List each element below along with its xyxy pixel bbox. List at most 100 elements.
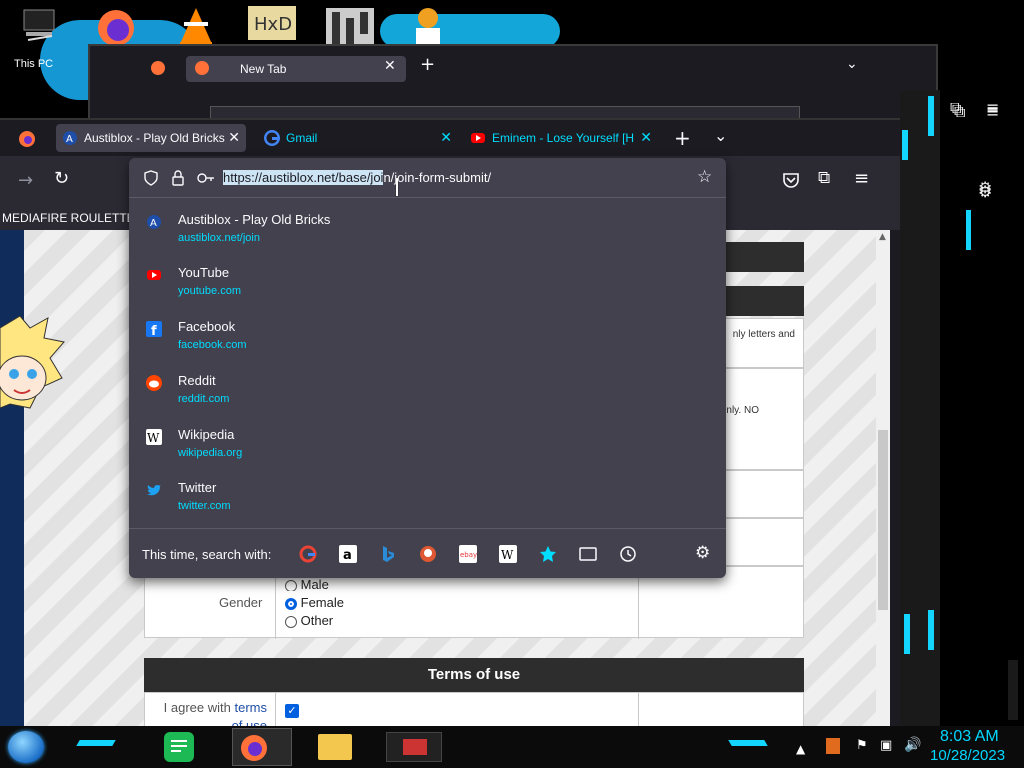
tracking-shield-icon[interactable] [143, 170, 159, 186]
bg-tab-new[interactable] [186, 56, 406, 82]
menu-icon[interactable]: ≡ [986, 98, 999, 117]
suggestion-title: Reddit [178, 373, 216, 388]
firefox-menu-icon[interactable] [18, 130, 36, 148]
bg-tab-bar: New Tab ✕ + ⌄ [90, 46, 936, 92]
firefox-icon [195, 61, 209, 75]
maze-app-icon[interactable] [326, 8, 374, 48]
reddit-icon [146, 375, 162, 391]
google-search-icon[interactable] [299, 545, 317, 563]
field-hint: nly letters and [732, 329, 795, 340]
url-input-row[interactable]: https://austiblox.net/base/join/join-for… [129, 158, 726, 198]
wikipedia-search-icon[interactable]: W [499, 545, 517, 563]
taskbar: ▲ ⚑ ▣ 🔊 8:03 AM 10/28/2023 [0, 726, 1024, 768]
urlbar-dropdown[interactable]: https://austiblox.net/base/join/join-for… [129, 158, 726, 578]
vlc-icon[interactable] [176, 6, 224, 48]
network-icon[interactable]: ▣ [880, 738, 892, 753]
firefox-desktop-icon[interactable] [94, 6, 142, 46]
suggestion-item[interactable]: Twitter twitter.com [129, 474, 726, 526]
suggestion-title: Facebook [178, 319, 236, 334]
gender-option-male[interactable]: Male [285, 577, 329, 591]
suggestion-title: Twitter [178, 480, 217, 495]
divider [638, 693, 639, 728]
suggestion-item[interactable]: YouTube youtube.com [129, 259, 726, 311]
page-scrollbar[interactable]: ▲ [876, 230, 890, 728]
flag-icon[interactable]: ⚑ [856, 738, 868, 753]
hxd-icon[interactable]: HxD [248, 6, 296, 46]
tab-title: Gmail [286, 131, 318, 145]
lock-icon[interactable] [171, 169, 185, 187]
suggestion-item[interactable]: f Facebook facebook.com [129, 313, 726, 365]
scroll-thumb[interactable] [878, 430, 888, 610]
svg-text:A: A [66, 134, 73, 145]
suggestion-item[interactable]: Reddit reddit.com [129, 367, 726, 419]
taskbar-accent [76, 740, 116, 746]
amazon-search-icon[interactable]: a [339, 545, 357, 563]
scroll-up-icon[interactable]: ▲ [879, 232, 886, 242]
terms-link[interactable]: terms [235, 700, 268, 715]
terms-checkbox[interactable]: ✓ [285, 704, 299, 718]
tab-title: Austiblox - Play Old Bricks [84, 131, 225, 145]
taskbar-app-button[interactable] [386, 732, 442, 762]
extensions-icon[interactable]: ⧉ [818, 168, 830, 188]
close-tab-icon[interactable]: ✕ [228, 129, 240, 146]
radio-icon[interactable] [285, 579, 297, 591]
taskbar-firefox-button[interactable] [232, 728, 292, 766]
taskbar-accent [728, 740, 768, 746]
forward-arrow-icon[interactable]: → [18, 170, 33, 191]
clock-time[interactable]: 8:03 AM [940, 728, 999, 746]
radio-checked-icon[interactable] [285, 597, 297, 610]
frame-accent [928, 610, 934, 650]
suggestion-item[interactable]: A Austiblox - Play Old Bricks austiblox.… [129, 206, 726, 258]
tab-youtube[interactable]: Eminem - Lose Yourself [H ✕ [464, 124, 658, 152]
clock-date[interactable]: 10/28/2023 [930, 747, 1005, 764]
close-tab-icon[interactable]: ✕ [640, 129, 652, 146]
history-search-icon[interactable] [619, 545, 637, 563]
this-pc-icon[interactable] [20, 6, 68, 46]
tab-austiblox[interactable]: A Austiblox - Play Old Bricks ✕ [56, 124, 246, 152]
file-explorer-icon[interactable] [318, 734, 352, 760]
tab-bar: A Austiblox - Play Old Bricks ✕ Gmail ✕ … [0, 120, 900, 156]
bing-search-icon[interactable] [379, 545, 397, 563]
user-figure-icon[interactable] [406, 6, 454, 48]
volume-icon[interactable]: 🔊 [904, 737, 921, 753]
bookmarks-search-icon[interactable] [539, 545, 557, 563]
close-icon[interactable]: ✕ [384, 58, 396, 74]
suggestion-title: Wikipedia [178, 427, 235, 442]
gender-option-other[interactable]: Other [285, 613, 333, 628]
list-tabs-chevron-icon[interactable]: ⌄ [714, 126, 727, 145]
tray-chevron-icon[interactable]: ▲ [796, 742, 805, 756]
gear-icon[interactable]: ⚙ [978, 178, 992, 197]
suggestion-item[interactable]: W Wikipedia wikipedia.org [129, 421, 726, 473]
new-tab-icon[interactable]: + [674, 126, 691, 150]
chevron-down-icon[interactable]: ⌄ [846, 56, 858, 72]
duckduckgo-search-icon[interactable] [419, 545, 437, 563]
bg-tab-title: New Tab [240, 62, 287, 76]
new-tab-icon[interactable]: + [420, 54, 435, 75]
cartoon-character-image [0, 315, 65, 409]
radio-icon[interactable] [285, 615, 297, 628]
bookmark-star-icon[interactable]: ☆ [697, 167, 712, 187]
suggestion-url: youtube.com [178, 285, 241, 297]
search-settings-gear-icon[interactable]: ⚙ [695, 543, 710, 563]
menu-icon[interactable]: ≡ [854, 168, 869, 189]
tabs-search-icon[interactable] [579, 545, 597, 563]
gender-option-label: Male [300, 577, 329, 591]
reload-icon[interactable]: ↻ [54, 168, 69, 189]
vlc-tray-icon[interactable] [826, 738, 840, 754]
start-button[interactable] [8, 731, 44, 763]
suggestion-title: YouTube [178, 265, 230, 280]
gender-option-female[interactable]: Female [285, 595, 344, 610]
tab-gmail[interactable]: Gmail ✕ [258, 124, 458, 152]
url-input[interactable]: https://austiblox.net/base/join/join-for… [223, 170, 491, 185]
pocket-icon[interactable] [782, 172, 800, 188]
url-selected-text: https://austiblox.net/base/joi [223, 170, 384, 185]
notes-app-icon[interactable] [164, 732, 194, 762]
ebay-search-icon[interactable]: ebay [459, 545, 477, 563]
extensions-icon[interactable]: ⧉ [950, 98, 961, 118]
frame-accent [904, 614, 910, 654]
one-off-search-bar: This time, search with: a ebay W ⚙ [129, 528, 726, 578]
close-tab-icon[interactable]: ✕ [440, 129, 452, 146]
key-icon[interactable] [197, 172, 215, 184]
svg-text:a: a [343, 548, 352, 563]
bookmark-item[interactable]: MEDIAFIRE ROULETTER [2, 211, 143, 225]
